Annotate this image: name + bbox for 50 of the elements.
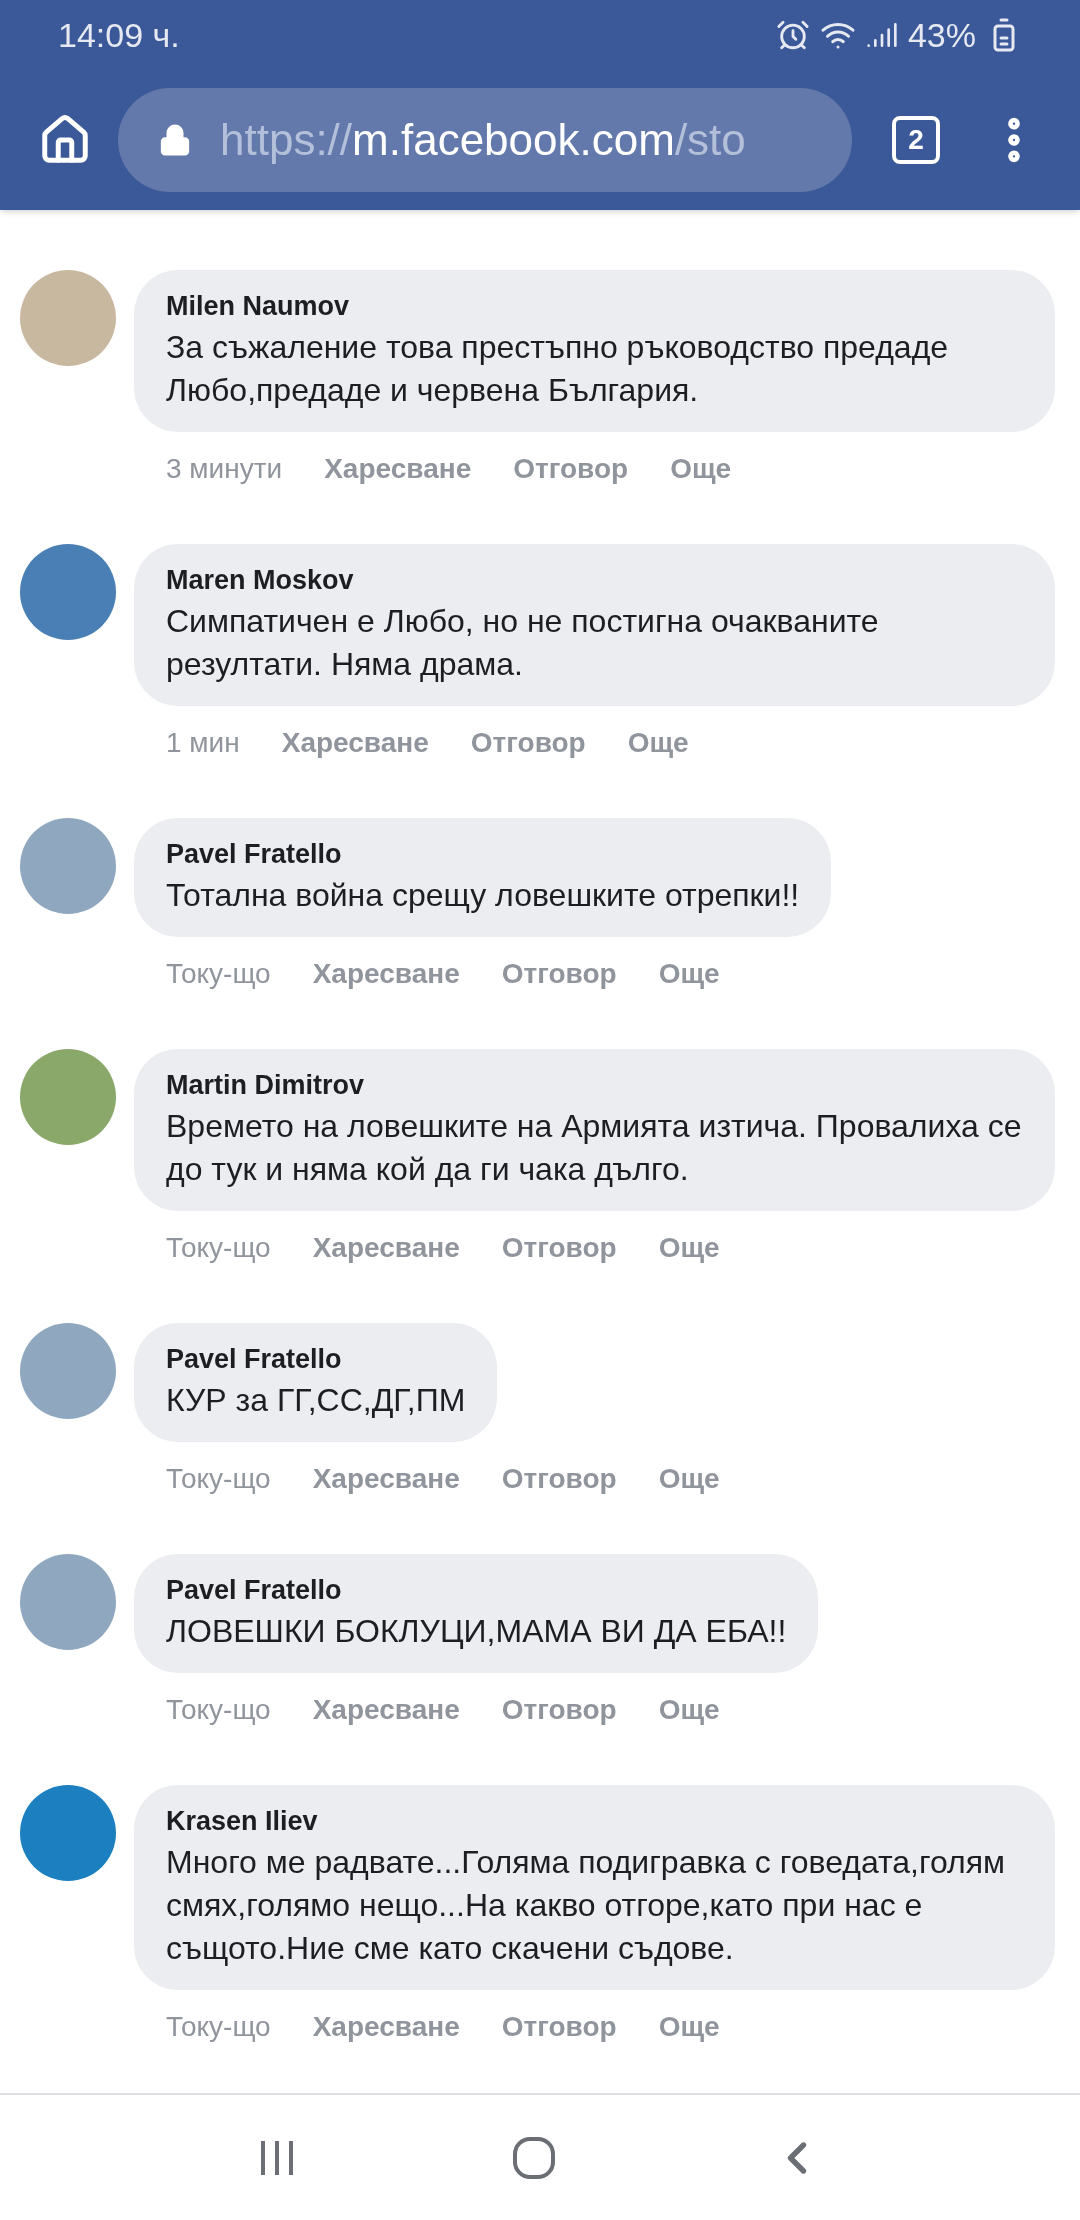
comment-text: Симпатичен е Любо, но не постигна очакваните резултати. Няма драма.	[166, 602, 880, 684]
comment-author[interactable]: Martin Dimitrov	[166, 1065, 1023, 1105]
comment-action-link[interactable]: Още	[658, 1227, 720, 1269]
comment-time: 1 мин	[166, 726, 240, 760]
comment-action-link[interactable]: Още	[658, 953, 720, 995]
comment-action-link[interactable]: Харесване	[312, 1227, 460, 1269]
comment-action-link[interactable]: Отговор	[501, 1689, 617, 1731]
comment-action-link[interactable]: Още	[627, 722, 689, 764]
comment-time: Току-що	[166, 1231, 271, 1265]
tab-count-button[interactable]: 2	[892, 116, 940, 164]
comment-text: За съжаление това престъпно ръководство предаде Любо,предаде и червена България.	[166, 328, 950, 410]
comment-action-link[interactable]: Харесване	[312, 1458, 460, 1500]
comment-time: Току-що	[166, 1462, 271, 1496]
comment-action-link[interactable]: Отговор	[513, 448, 629, 490]
comment-action-link[interactable]: Харесване	[281, 722, 429, 764]
comment-text: Много ме радвате...Голяма подигравка с говедата,голям смях,голямо нещо...На какво отгоре,като при нас е същото.Ние сме като скачени съдове.	[166, 1843, 1007, 1968]
home-button-icon[interactable]	[512, 2135, 556, 2180]
battery-percent: 43%	[907, 14, 976, 56]
comment-action-link[interactable]: Отговор	[501, 1458, 617, 1500]
comment-author[interactable]: Milen Naumov	[166, 286, 1023, 326]
comment-author[interactable]: Pavel Fratello	[166, 834, 800, 874]
comment-text: КУР за ГГ,СС,ДГ,ПМ	[166, 1381, 466, 1420]
comment-action-link[interactable]: Още	[658, 2006, 720, 2048]
alarm-icon	[775, 18, 810, 52]
comment-text: Времето на ловешките на Армията изтича. Провалиха се до тук и няма кой да ги чака дълго.	[166, 1107, 1023, 1189]
comment-author[interactable]: Pavel Fratello	[166, 1570, 787, 1610]
comment-author[interactable]: Krasen Iliev	[166, 1801, 1023, 1841]
comment-author[interactable]: Maren Moskov	[166, 560, 1023, 600]
comment-action-link[interactable]: Още	[658, 1689, 720, 1731]
comment-text: Тотална война срещу ловешките отрепки!!	[166, 876, 800, 915]
comment-action-link[interactable]: Още	[658, 1458, 720, 1500]
status-time: 14:09 ч.	[58, 14, 180, 56]
comment-text: ЛОВЕШКИ БОКЛУЦИ,МАМА ВИ ДА ЕБА!!	[166, 1612, 787, 1651]
comment-action-link[interactable]: Харесване	[312, 2006, 460, 2048]
comment-time: 3 минути	[166, 452, 283, 486]
comment-action-link[interactable]: Още	[670, 448, 732, 490]
comment-action-link[interactable]: Отговор	[501, 1227, 617, 1269]
comment-time: Току-що	[166, 957, 271, 991]
comment-action-link[interactable]: Отговор	[501, 953, 617, 995]
comment-action-link[interactable]: Харесване	[324, 448, 472, 490]
address-bar[interactable]: https://m.facebook.com/sto	[118, 88, 852, 192]
comment-action-link[interactable]: Харесване	[312, 953, 460, 995]
comment-time: Току-що	[166, 1693, 271, 1727]
comment-action-link[interactable]: Отговор	[501, 2006, 617, 2048]
comment-action-link[interactable]: Харесване	[312, 1689, 460, 1731]
lock-icon	[158, 123, 192, 157]
comment-action-link[interactable]: Отговор	[470, 722, 586, 764]
url-text: https://m.facebook.com/sto	[220, 114, 746, 166]
comment-time: Току-що	[166, 2010, 271, 2044]
comment-author[interactable]: Pavel Fratello	[166, 1339, 466, 1379]
